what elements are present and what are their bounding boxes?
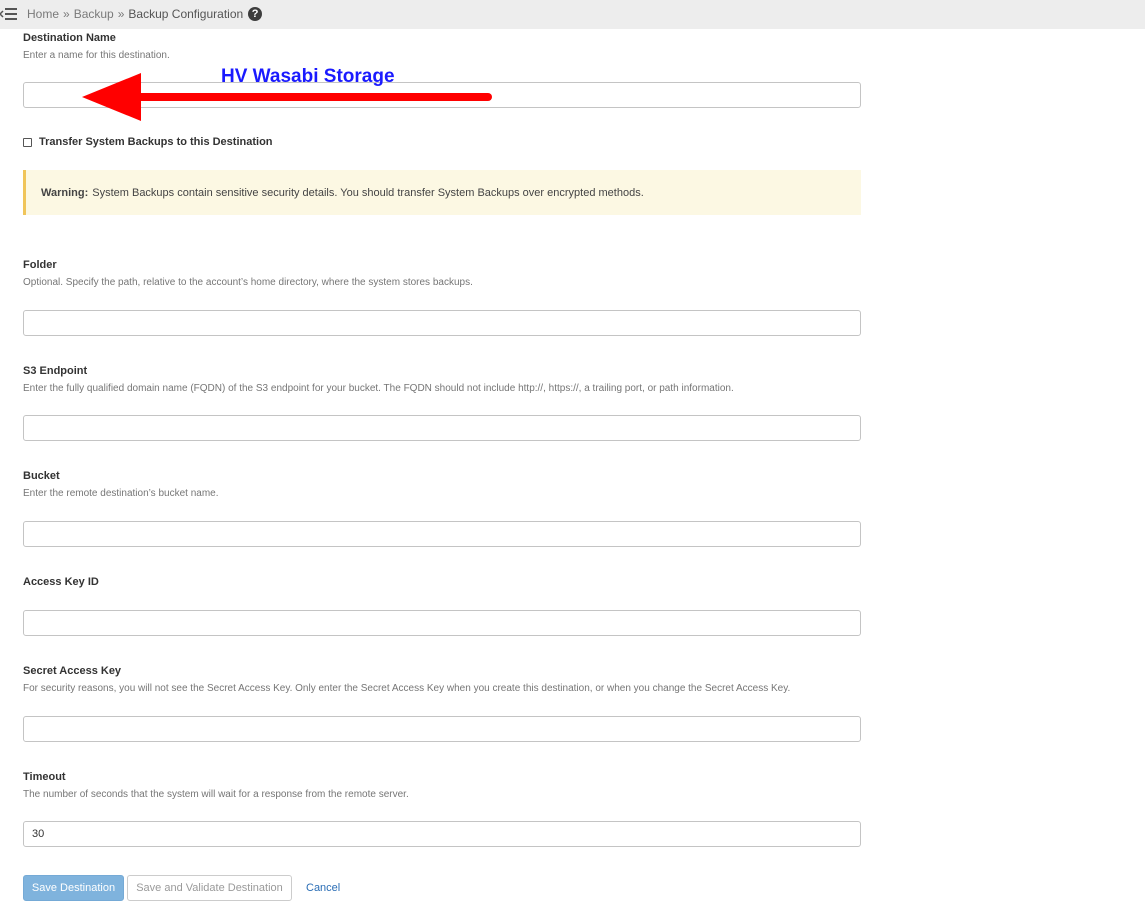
menu-toggle-icon[interactable]: [0, 7, 18, 21]
help-icon[interactable]: ?: [248, 7, 263, 21]
destination-name-help: Enter a name for this destination.: [23, 50, 170, 61]
secret-access-key-label: Secret Access Key: [23, 665, 122, 677]
transfer-system-backups-label[interactable]: Transfer System Backups to this Destinat…: [39, 136, 273, 148]
breadcrumb-backup-link[interactable]: Backup: [74, 7, 114, 21]
breadcrumb-separator: »: [117, 7, 125, 21]
breadcrumb: Home » Backup » Backup Configuration ?: [27, 7, 263, 21]
breadcrumb-separator: »: [63, 7, 70, 21]
warning-title: Warning:: [41, 186, 89, 199]
timeout-label: Timeout: [23, 771, 66, 783]
folder-input[interactable]: [23, 310, 861, 336]
destination-name-label: Destination Name: [23, 32, 116, 44]
save-destination-button[interactable]: Save Destination: [23, 875, 124, 901]
red-arrow-icon: [82, 73, 492, 121]
s3-endpoint-input[interactable]: [23, 415, 861, 441]
access-key-id-label: Access Key ID: [23, 576, 99, 588]
warning-text: System Backups contain sensitive securit…: [92, 186, 644, 199]
breadcrumb-current: Backup Configuration: [128, 7, 244, 21]
folder-help: Optional. Specify the path, relative to …: [23, 277, 473, 288]
access-key-id-input[interactable]: [23, 610, 861, 636]
bucket-input[interactable]: [23, 521, 861, 547]
s3-endpoint-label: S3 Endpoint: [23, 365, 88, 377]
s3-endpoint-help: Enter the fully qualified domain name (F…: [23, 383, 734, 394]
bucket-label: Bucket: [23, 470, 60, 482]
transfer-system-backups-row[interactable]: Transfer System Backups to this Destinat…: [23, 136, 273, 148]
breadcrumb-bar: Home » Backup » Backup Configuration ?: [0, 0, 1145, 29]
bucket-help: Enter the remote destination’s bucket na…: [23, 488, 219, 499]
secret-access-key-help: For security reasons, you will not see t…: [23, 683, 791, 694]
save-and-validate-button[interactable]: Save and Validate Destination: [127, 875, 292, 901]
warning-callout: Warning: System Backups contain sensitiv…: [23, 170, 861, 215]
secret-access-key-input[interactable]: [23, 716, 861, 742]
folder-label: Folder: [23, 259, 57, 271]
transfer-system-backups-checkbox[interactable]: [23, 137, 32, 147]
breadcrumb-home-link[interactable]: Home: [27, 7, 59, 21]
timeout-input[interactable]: [23, 821, 861, 847]
timeout-help: The number of seconds that the system wi…: [23, 789, 409, 800]
cancel-link[interactable]: Cancel: [306, 882, 340, 894]
